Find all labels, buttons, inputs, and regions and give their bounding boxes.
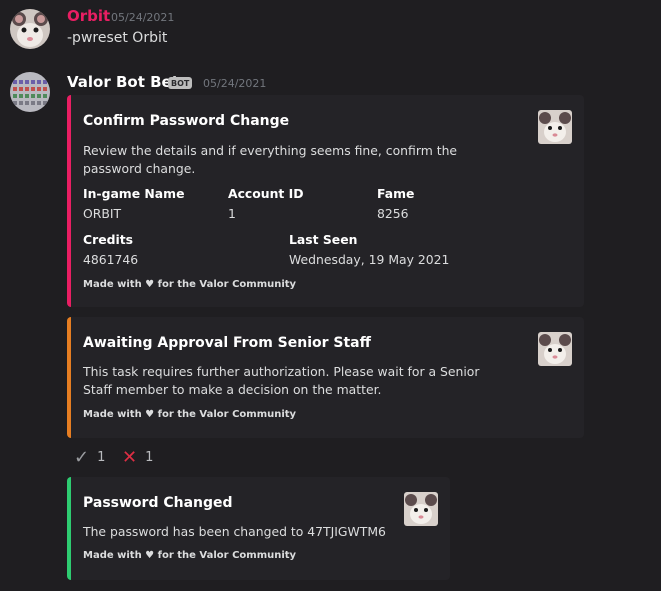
rat-avatar-icon [10, 9, 50, 49]
embed-awaiting-approval: Awaiting Approval From Senior Staff This… [67, 317, 584, 438]
embed-title: Password Changed [83, 495, 233, 511]
reaction-deny[interactable]: ✕ 1 [122, 447, 153, 468]
embed-thumbnail[interactable] [538, 110, 572, 144]
valor-bot-avatar-icon [10, 72, 50, 112]
field-name-account-id: Account ID [228, 186, 304, 201]
timestamp: 05/24/2021 [203, 77, 267, 90]
timestamp: 05/24/2021 [111, 11, 175, 24]
embed-description: This task requires further authorization… [83, 364, 480, 397]
checkmark-icon: ✓ [74, 447, 90, 468]
embed-description: Review the details and if everything see… [83, 143, 458, 176]
embed-thumbnail[interactable] [404, 492, 438, 526]
message-content: -pwreset Orbit [67, 30, 168, 46]
reaction-approve[interactable]: ✓ 1 [74, 447, 105, 468]
cross-icon: ✕ [122, 447, 138, 468]
embed-title: Awaiting Approval From Senior Staff [83, 335, 371, 351]
embed-title: Confirm Password Change [83, 113, 290, 129]
rat-thumbnail-icon [538, 332, 572, 366]
embed-password-changed: Password Changed The password has been c… [67, 477, 450, 580]
bot-avatar[interactable] [10, 72, 50, 112]
field-name-last-seen: Last Seen [289, 232, 358, 247]
embed-thumbnail[interactable] [538, 332, 572, 366]
embed-confirm-password-change: Confirm Password Change Review the detai… [67, 95, 584, 307]
field-value-ingame-name: ORBIT [83, 206, 122, 221]
embed-footer: Made with ♥ for the Valor Community [83, 409, 297, 420]
field-value-fame: 8256 [377, 206, 409, 221]
reaction-count: 1 [97, 450, 106, 465]
field-name-credits: Credits [83, 232, 134, 247]
rat-thumbnail-icon [404, 492, 438, 526]
field-value-account-id: 1 [228, 206, 236, 221]
embed-footer: Made with ♥ for the Valor Community [83, 279, 297, 290]
field-value-last-seen: Wednesday, 19 May 2021 [289, 252, 450, 267]
embed-footer: Made with ♥ for the Valor Community [83, 550, 297, 561]
user-avatar[interactable] [10, 9, 50, 49]
field-name-fame: Fame [377, 186, 415, 201]
reaction-count: 1 [145, 450, 154, 465]
rat-thumbnail-icon [538, 110, 572, 144]
embed-description: The password has been changed to 47TJIGW… [83, 524, 386, 539]
username[interactable]: Orbit [67, 7, 110, 25]
field-value-credits: 4861746 [83, 252, 139, 267]
field-name-ingame-name: In-game Name [83, 186, 185, 201]
bot-badge: BOT [168, 77, 193, 89]
